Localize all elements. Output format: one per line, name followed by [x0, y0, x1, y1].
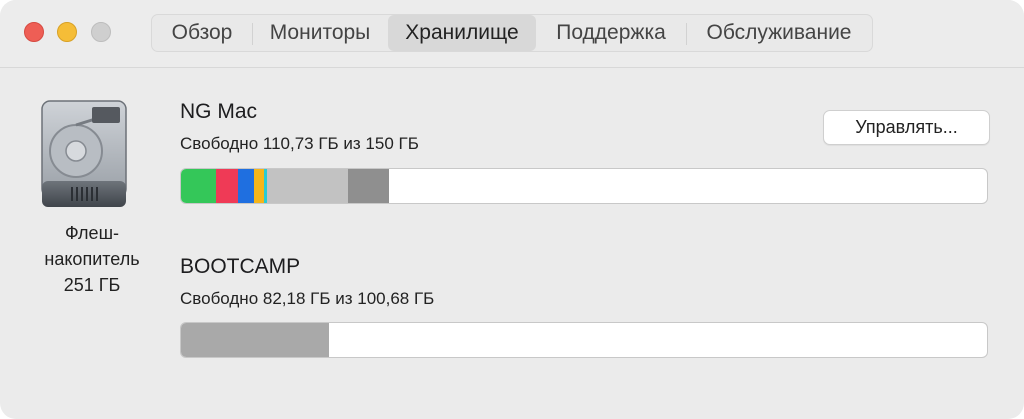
- minimize-window-button[interactable]: [57, 22, 77, 42]
- storage-segment-other: [267, 169, 348, 203]
- tab-overview[interactable]: Обзор: [152, 15, 252, 51]
- storage-segment-used: [181, 323, 330, 357]
- volume-name: BOOTCAMP: [180, 255, 301, 278]
- manage-button[interactable]: Управлять...: [823, 110, 990, 145]
- volume-free-space: Свободно 82,18 ГБ из 100,68 ГБ: [180, 289, 435, 308]
- storage-segment-apps: [181, 169, 216, 203]
- tab-support[interactable]: Поддержка: [536, 15, 686, 51]
- tab-service[interactable]: Обслуживание: [686, 15, 872, 51]
- drive-label: Флеш- накопитель 251 ГБ: [40, 220, 144, 298]
- title-bar: Обзор Мониторы Хранилище Поддержка Обслу…: [0, 0, 1024, 68]
- zoom-window-button[interactable]: [91, 22, 111, 42]
- tab-storage[interactable]: Хранилище: [388, 15, 536, 51]
- storage-bar: [180, 322, 988, 358]
- storage-window: Обзор Мониторы Хранилище Поддержка Обслу…: [0, 0, 1024, 419]
- drive-label-line2: накопитель: [44, 249, 140, 269]
- drive-label-line1: Флеш-: [64, 223, 120, 243]
- close-window-button[interactable]: [24, 22, 44, 42]
- storage-content: Флеш- накопитель 251 ГБ NG Mac Свободно …: [0, 69, 1024, 419]
- drive-label-line3: 251 ГБ: [63, 275, 121, 295]
- storage-segment-photos: [238, 169, 254, 203]
- storage-bar: [180, 168, 988, 204]
- hard-drive-icon: [41, 100, 127, 207]
- tab-monitors[interactable]: Мониторы: [252, 15, 388, 51]
- volume-ng-mac: NG Mac Свободно 110,73 ГБ из 150 ГБ Упра…: [180, 99, 990, 239]
- storage-segment-music: [253, 169, 264, 203]
- tab-bar: Обзор Мониторы Хранилище Поддержка Обслу…: [151, 14, 873, 52]
- volume-bootcamp: BOOTCAMP Свободно 82,18 ГБ из 100,68 ГБ: [180, 254, 990, 364]
- storage-segment-system: [347, 169, 389, 203]
- storage-segment-documents: [215, 169, 239, 203]
